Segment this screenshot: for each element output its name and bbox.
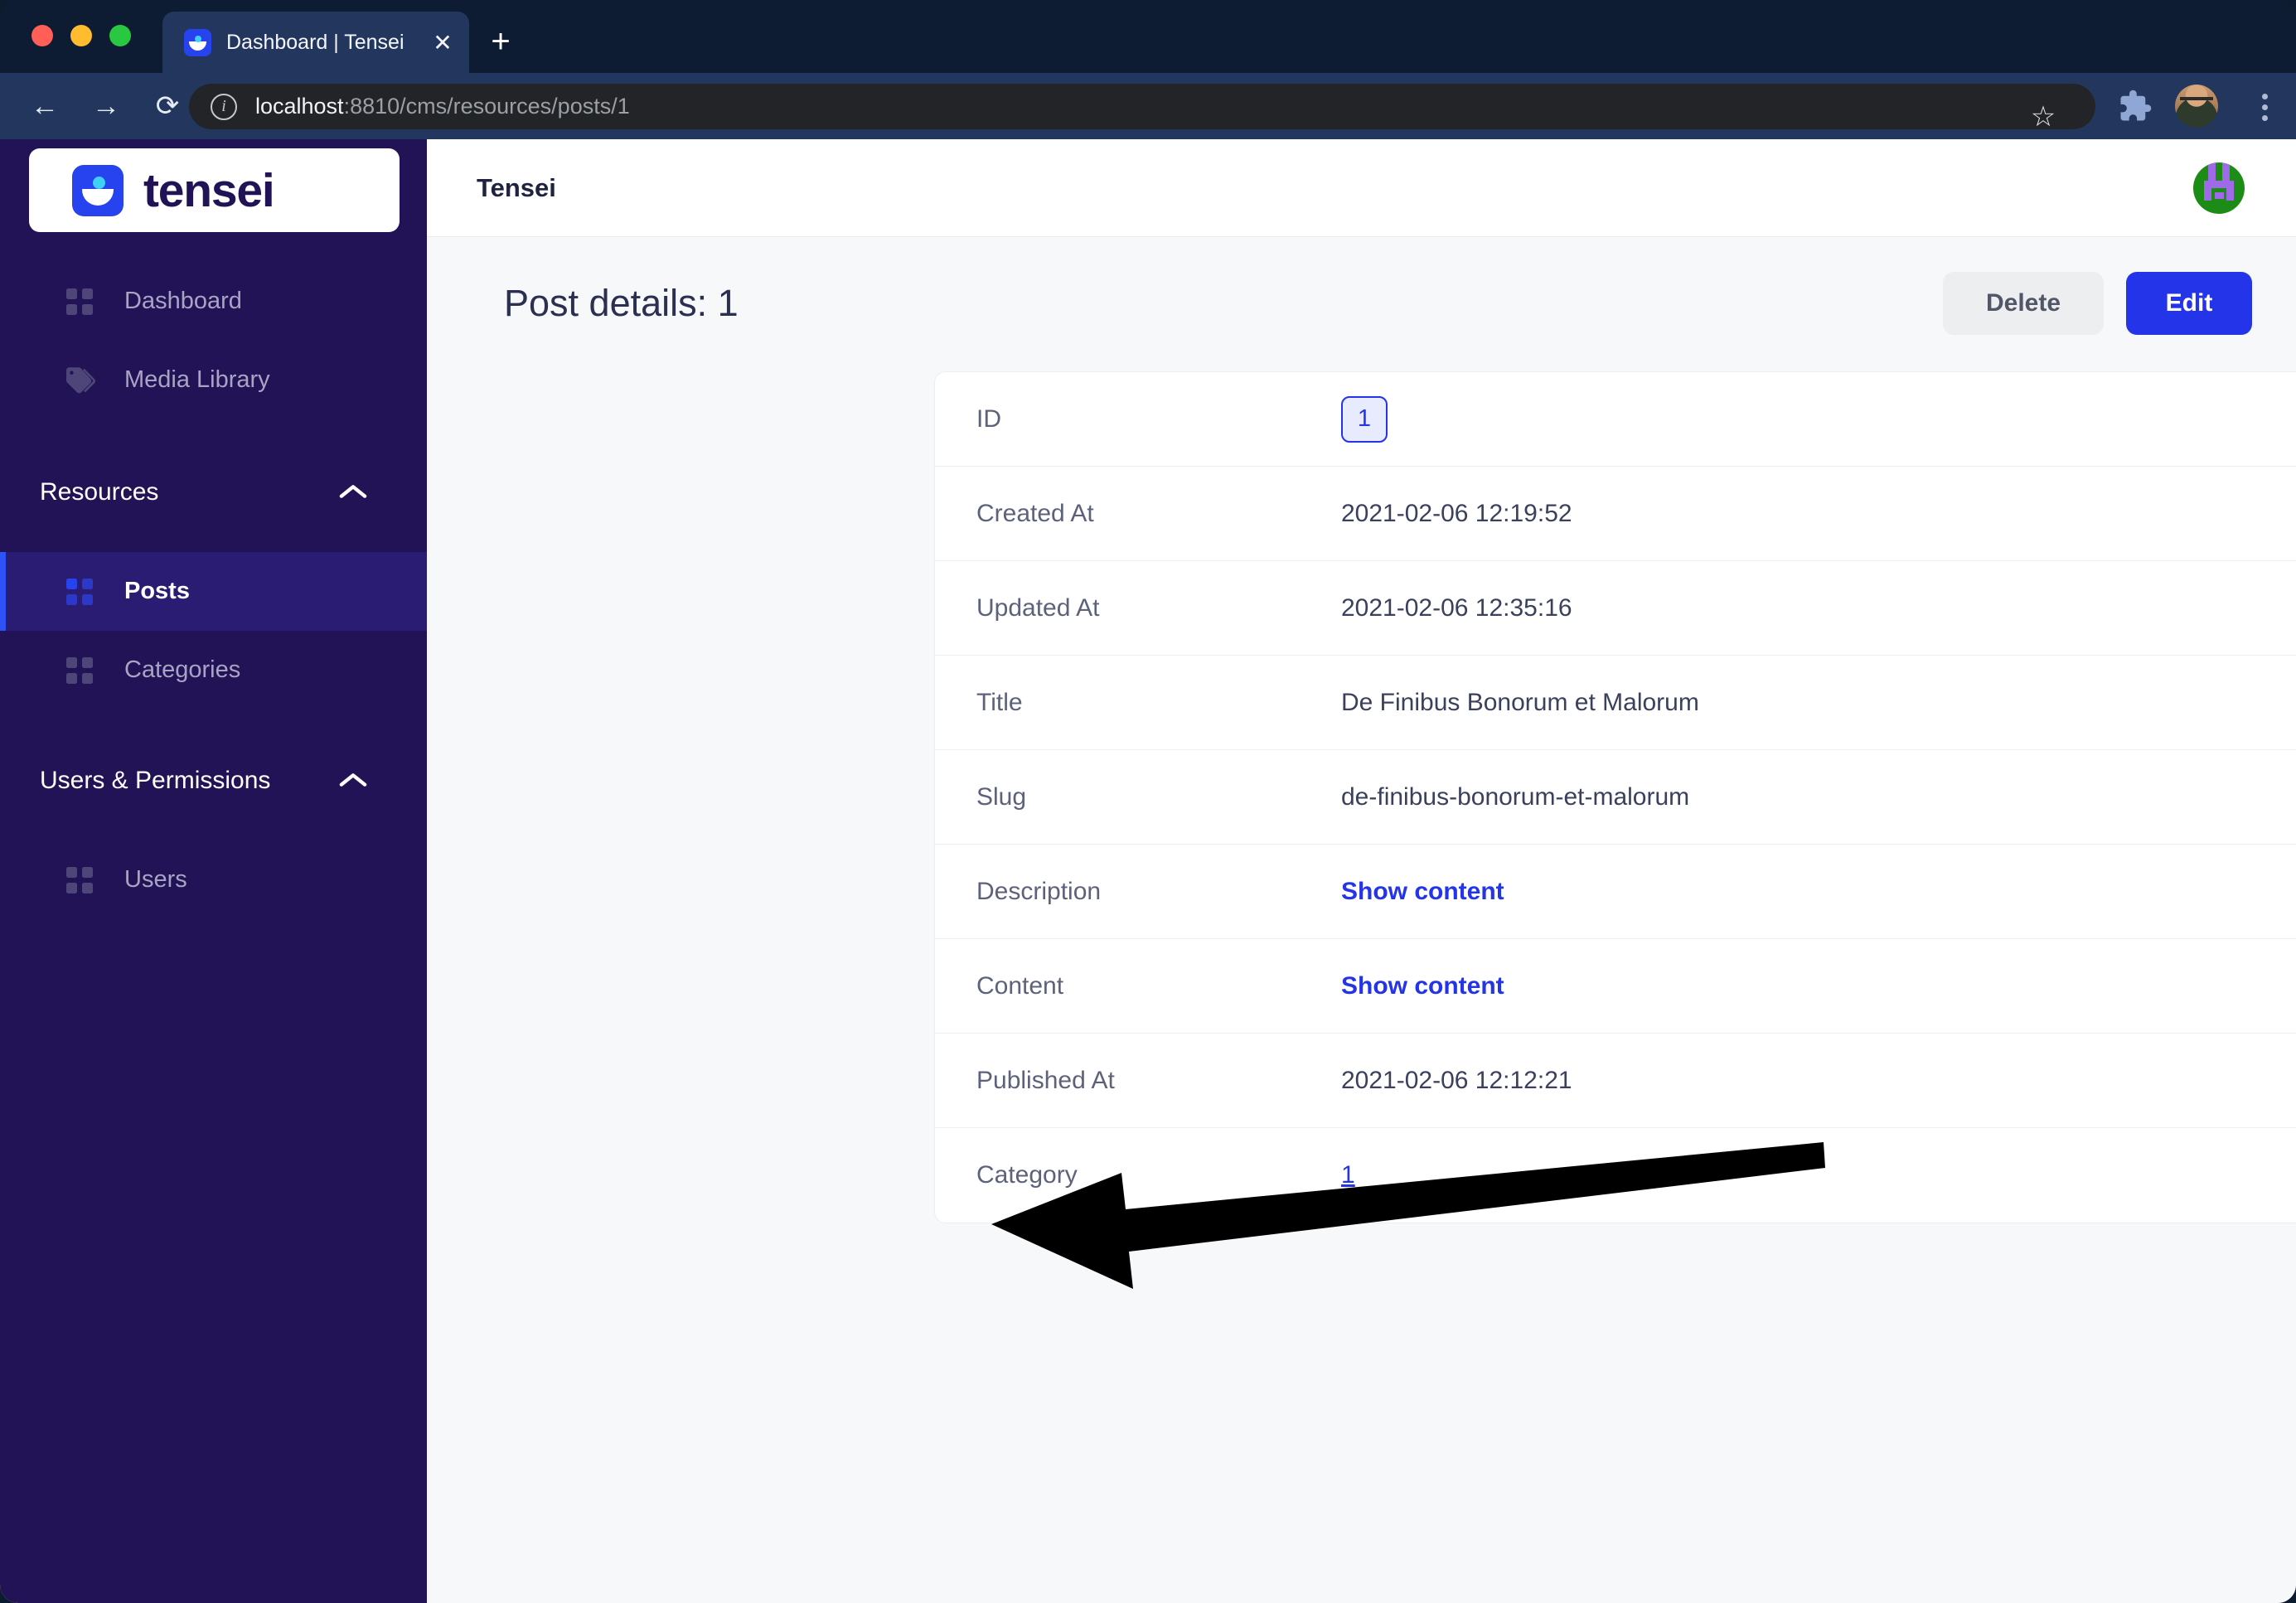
field-value: 2021-02-06 12:12:21 bbox=[1341, 1066, 1572, 1094]
id-badge: 1 bbox=[1341, 395, 1388, 443]
address-bar-url: localhost:8810/cms/resources/posts/1 bbox=[255, 94, 630, 119]
field-label: Content bbox=[976, 971, 1064, 1000]
address-bar[interactable]: i localhost:8810/cms/resources/posts/1 ☆ bbox=[189, 84, 2095, 133]
field-label: Updated At bbox=[976, 593, 1100, 622]
field-label: Category bbox=[976, 1161, 1078, 1189]
table-row: Published At 2021-02-06 12:12:21 bbox=[935, 1034, 2296, 1128]
reload-icon[interactable]: ⟳ bbox=[144, 83, 191, 129]
close-tab-icon[interactable]: ✕ bbox=[426, 26, 459, 59]
grid-icon bbox=[66, 578, 104, 605]
grid-icon bbox=[66, 866, 104, 894]
table-row: Description Show content bbox=[935, 845, 2296, 939]
new-tab-button[interactable]: + bbox=[481, 22, 521, 61]
sidebar-item-label: Categories bbox=[124, 656, 241, 683]
close-window-button[interactable] bbox=[31, 25, 53, 46]
grid-icon bbox=[66, 288, 104, 315]
sidebar-item-label: Users bbox=[124, 866, 187, 893]
sidebar-item-users[interactable]: Users bbox=[0, 840, 427, 919]
field-label: Published At bbox=[976, 1066, 1115, 1094]
page-title: Post details: 1 bbox=[504, 282, 739, 324]
post-details-card: ID 1 Created At 2021-02-06 12:19:52 Upda… bbox=[934, 371, 2296, 1223]
category-value-link[interactable]: 1 bbox=[1341, 1161, 1355, 1189]
sidebar-section-resources[interactable]: Resources bbox=[0, 454, 427, 530]
field-label: Description bbox=[976, 877, 1102, 905]
field-value: De Finibus Bonorum et Malorum bbox=[1341, 688, 1699, 716]
url-path: :8810/cms/resources/posts/1 bbox=[343, 94, 630, 119]
forward-icon[interactable]: → bbox=[83, 83, 129, 129]
delete-button[interactable]: Delete bbox=[1943, 272, 2104, 335]
field-value: 2021-02-06 12:35:16 bbox=[1341, 593, 1572, 622]
show-content-link[interactable]: Show content bbox=[1341, 972, 1504, 1000]
tensei-favicon-icon bbox=[184, 28, 211, 56]
site-info-icon[interactable]: i bbox=[211, 93, 237, 120]
browser-tabstrip: Dashboard | Tensei ✕ + bbox=[0, 0, 2296, 73]
sidebar-item-dashboard[interactable]: Dashboard bbox=[0, 262, 427, 341]
brand-name: tensei bbox=[143, 163, 275, 217]
tensei-logo-icon bbox=[72, 164, 124, 216]
tag-icon bbox=[66, 366, 104, 394]
field-value: de-finibus-bonorum-et-malorum bbox=[1341, 782, 1690, 811]
brand-logo[interactable]: tensei bbox=[29, 148, 400, 232]
sidebar-item-categories[interactable]: Categories bbox=[0, 631, 427, 709]
window-traffic-lights bbox=[31, 25, 131, 46]
back-icon[interactable]: ← bbox=[22, 83, 68, 129]
minimize-window-button[interactable] bbox=[70, 25, 92, 46]
field-label: Title bbox=[976, 688, 1023, 716]
edit-button[interactable]: Edit bbox=[2126, 272, 2252, 335]
page-header: Post details: 1 Delete Edit bbox=[427, 237, 2296, 370]
url-host: localhost bbox=[255, 94, 344, 119]
tab-title: Dashboard | Tensei bbox=[226, 30, 404, 54]
app-viewport: tensei Dashboard Media Library Resources… bbox=[0, 139, 2296, 1603]
puzzle-icon[interactable] bbox=[2112, 83, 2158, 129]
maximize-window-button[interactable] bbox=[109, 25, 131, 46]
field-value: 2021-02-06 12:19:52 bbox=[1341, 499, 1572, 527]
field-label: Created At bbox=[976, 499, 1094, 527]
sidebar-section-label: Resources bbox=[40, 478, 159, 506]
sidebar-item-posts[interactable]: Posts bbox=[0, 552, 427, 631]
chevron-up-icon[interactable] bbox=[339, 767, 367, 795]
app-title: Tensei bbox=[477, 172, 556, 202]
sidebar-item-media-library[interactable]: Media Library bbox=[0, 341, 427, 419]
browser-profile-photo[interactable] bbox=[2175, 85, 2218, 128]
page-actions: Delete Edit bbox=[1943, 272, 2252, 335]
sidebar-item-label: Posts bbox=[124, 578, 190, 604]
table-row: Category 1 bbox=[935, 1128, 2296, 1223]
field-value: 1 bbox=[1341, 395, 1388, 443]
browser-tab[interactable]: Dashboard | Tensei ✕ bbox=[162, 12, 469, 73]
field-label: ID bbox=[976, 404, 1001, 433]
table-row: Created At 2021-02-06 12:19:52 bbox=[935, 467, 2296, 561]
field-label: Slug bbox=[976, 782, 1027, 811]
avatar[interactable] bbox=[2193, 162, 2245, 214]
sidebar-section-label: Users & Permissions bbox=[40, 767, 271, 794]
app-topbar: Tensei bbox=[427, 139, 2296, 237]
table-row: Title De Finibus Bonorum et Malorum bbox=[935, 656, 2296, 750]
sidebar-section-users-permissions[interactable]: Users & Permissions bbox=[0, 743, 427, 819]
table-row: Slug de-finibus-bonorum-et-malorum bbox=[935, 750, 2296, 845]
sidebar-item-label: Media Library bbox=[124, 366, 270, 393]
kebab-menu-icon[interactable] bbox=[2243, 83, 2286, 131]
sidebar-item-label: Dashboard bbox=[124, 288, 242, 314]
chevron-up-icon[interactable] bbox=[339, 478, 367, 506]
table-row: Content Show content bbox=[935, 939, 2296, 1034]
main-content: Post details: 1 Delete Edit ID 1 Created… bbox=[427, 237, 2296, 1603]
browser-toolbar: ← → ⟳ i localhost:8810/cms/resources/pos… bbox=[0, 73, 2296, 139]
grid-icon bbox=[66, 656, 104, 684]
table-row: ID 1 bbox=[935, 372, 2296, 467]
show-description-content-link[interactable]: Show content bbox=[1341, 878, 1504, 906]
bookmark-star-icon[interactable]: ☆ bbox=[2019, 93, 2067, 141]
sidebar: tensei Dashboard Media Library Resources… bbox=[0, 139, 427, 1603]
browser-window: Dashboard | Tensei ✕ + ← → ⟳ i localhost… bbox=[0, 0, 2296, 1603]
table-row: Updated At 2021-02-06 12:35:16 bbox=[935, 561, 2296, 656]
